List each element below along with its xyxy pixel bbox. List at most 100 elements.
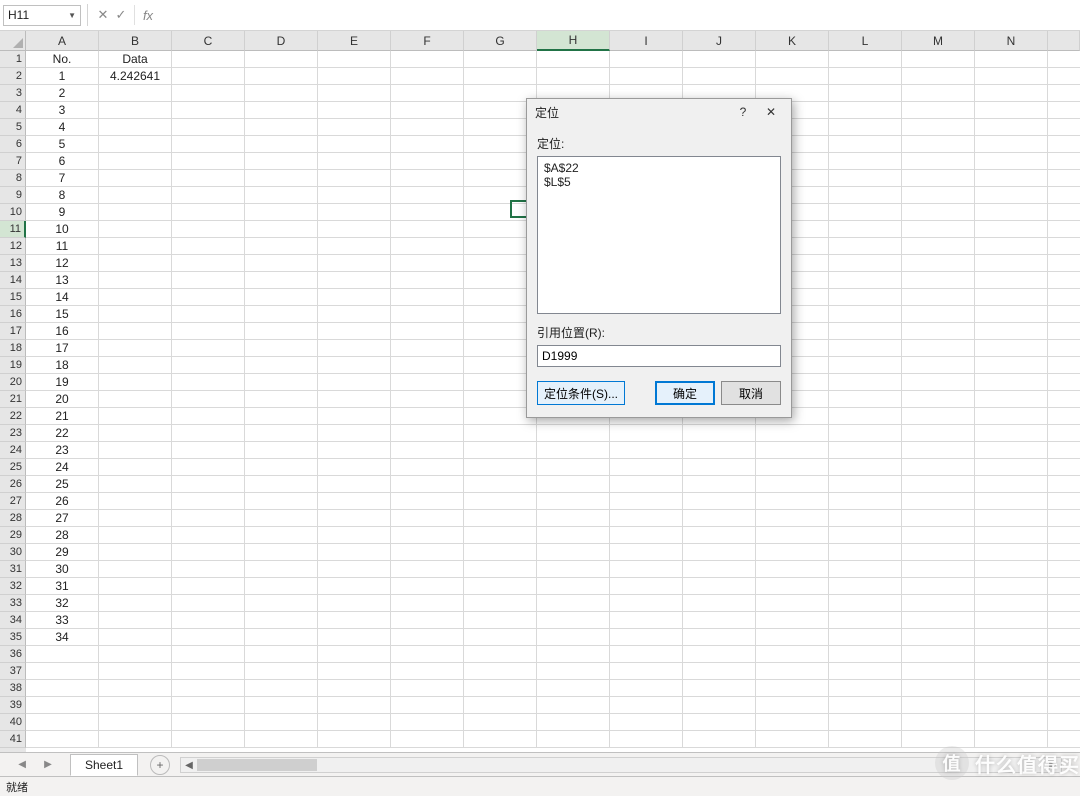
cell[interactable]	[902, 119, 975, 136]
cell[interactable]	[1048, 442, 1080, 459]
cell[interactable]	[829, 340, 902, 357]
cell[interactable]	[829, 68, 902, 85]
cell[interactable]	[829, 306, 902, 323]
cell[interactable]	[172, 136, 245, 153]
cell[interactable]	[172, 493, 245, 510]
cell[interactable]	[391, 340, 464, 357]
cell[interactable]: 4	[26, 119, 99, 136]
cell[interactable]	[99, 561, 172, 578]
row-header[interactable]: 7	[0, 153, 26, 170]
cell[interactable]	[318, 527, 391, 544]
cell[interactable]	[537, 527, 610, 544]
cell[interactable]	[610, 510, 683, 527]
cell[interactable]	[1048, 221, 1080, 238]
column-header[interactable]: E	[318, 31, 391, 51]
cell[interactable]	[245, 68, 318, 85]
cell[interactable]	[756, 578, 829, 595]
cell[interactable]	[172, 680, 245, 697]
row-header[interactable]: 38	[0, 680, 26, 697]
cell[interactable]	[610, 425, 683, 442]
cell[interactable]	[391, 510, 464, 527]
cell[interactable]	[99, 408, 172, 425]
cell[interactable]	[245, 442, 318, 459]
cell[interactable]	[902, 680, 975, 697]
row-header[interactable]: 3	[0, 85, 26, 102]
cell[interactable]	[172, 272, 245, 289]
cell[interactable]	[829, 510, 902, 527]
cell[interactable]	[1048, 663, 1080, 680]
cell[interactable]	[975, 255, 1048, 272]
cell[interactable]	[318, 170, 391, 187]
cell[interactable]	[172, 697, 245, 714]
column-header[interactable]: H	[537, 31, 610, 51]
cell[interactable]	[537, 493, 610, 510]
cell[interactable]	[1048, 697, 1080, 714]
scroll-left-icon[interactable]: ◀	[181, 758, 197, 772]
cell[interactable]: 13	[26, 272, 99, 289]
cell[interactable]	[99, 374, 172, 391]
cell[interactable]	[975, 578, 1048, 595]
cell[interactable]	[1048, 187, 1080, 204]
cell[interactable]	[172, 187, 245, 204]
cell[interactable]	[99, 595, 172, 612]
cell[interactable]	[829, 272, 902, 289]
cell[interactable]	[391, 493, 464, 510]
cell[interactable]	[318, 578, 391, 595]
cell[interactable]	[464, 51, 537, 68]
cell[interactable]	[464, 510, 537, 527]
cell[interactable]	[99, 289, 172, 306]
cell[interactable]	[245, 646, 318, 663]
cell[interactable]	[902, 493, 975, 510]
cell[interactable]	[464, 629, 537, 646]
cell[interactable]	[318, 340, 391, 357]
cell[interactable]: 14	[26, 289, 99, 306]
row-header[interactable]: 14	[0, 272, 26, 289]
cell[interactable]	[829, 544, 902, 561]
cell[interactable]	[902, 578, 975, 595]
cell[interactable]	[245, 323, 318, 340]
cell[interactable]	[318, 442, 391, 459]
tab-nav-buttons[interactable]: ◀▶	[0, 759, 70, 770]
row-header[interactable]: 37	[0, 663, 26, 680]
reference-input[interactable]	[537, 345, 781, 367]
cell[interactable]	[975, 493, 1048, 510]
cell[interactable]	[610, 493, 683, 510]
cell[interactable]	[318, 323, 391, 340]
cell[interactable]	[245, 85, 318, 102]
cell[interactable]	[99, 238, 172, 255]
cell[interactable]	[902, 425, 975, 442]
cell[interactable]	[245, 374, 318, 391]
cell[interactable]	[318, 357, 391, 374]
cell[interactable]	[245, 51, 318, 68]
cancel-button[interactable]: 取消	[721, 381, 781, 405]
cell[interactable]	[756, 493, 829, 510]
cell[interactable]	[464, 442, 537, 459]
cell[interactable]	[99, 731, 172, 748]
cell[interactable]	[829, 731, 902, 748]
cell[interactable]	[902, 340, 975, 357]
cell[interactable]	[610, 731, 683, 748]
cell[interactable]	[99, 442, 172, 459]
cell[interactable]	[610, 697, 683, 714]
cell[interactable]	[245, 697, 318, 714]
cell[interactable]	[829, 697, 902, 714]
cell[interactable]	[537, 612, 610, 629]
cell[interactable]	[610, 680, 683, 697]
cell[interactable]	[1048, 136, 1080, 153]
cell[interactable]	[391, 391, 464, 408]
enter-icon[interactable]: ✓	[112, 5, 130, 25]
cell[interactable]	[172, 323, 245, 340]
cell[interactable]	[975, 170, 1048, 187]
cell[interactable]	[172, 102, 245, 119]
cell[interactable]	[829, 170, 902, 187]
cell[interactable]	[902, 612, 975, 629]
cell[interactable]	[902, 442, 975, 459]
cell[interactable]	[1048, 119, 1080, 136]
cell[interactable]	[391, 459, 464, 476]
special-button[interactable]: 定位条件(S)...	[537, 381, 625, 405]
cell[interactable]	[318, 306, 391, 323]
cell[interactable]	[537, 442, 610, 459]
cell[interactable]	[610, 595, 683, 612]
horizontal-scrollbar[interactable]: ◀ ▶	[180, 757, 1062, 773]
cell[interactable]	[245, 187, 318, 204]
